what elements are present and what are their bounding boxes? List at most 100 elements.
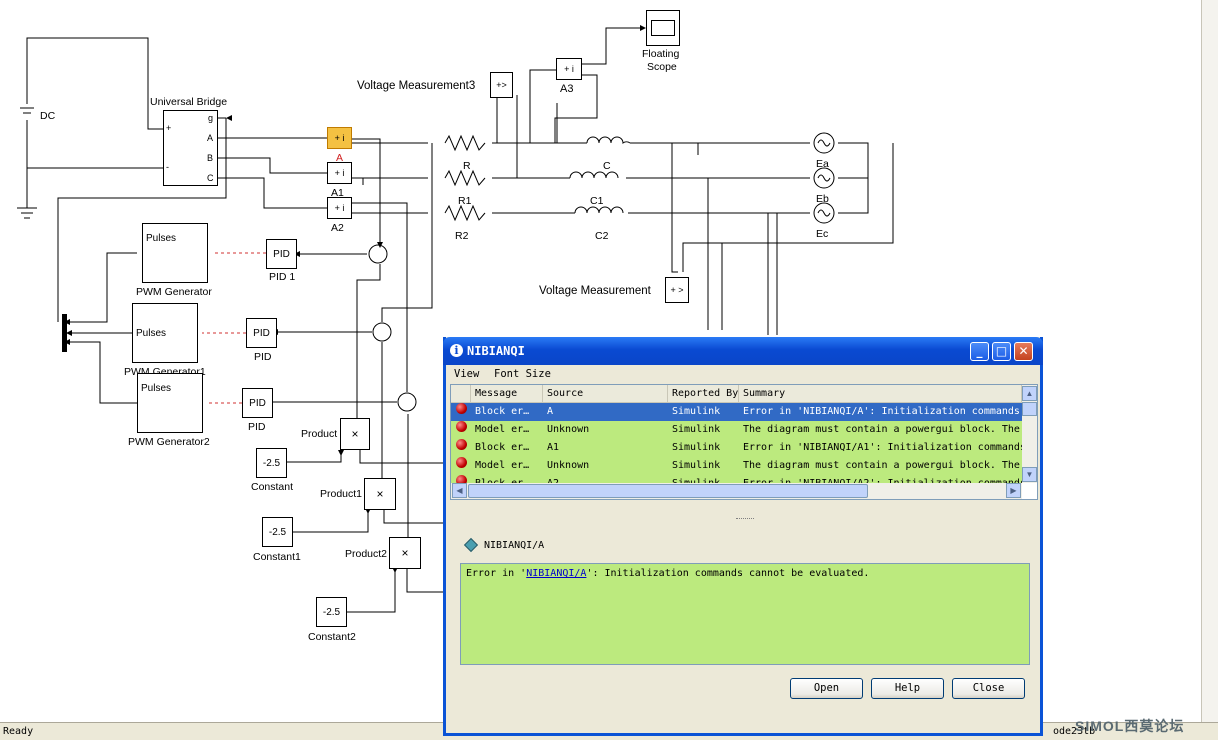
pid1-block[interactable]: PID: [266, 239, 297, 269]
maximize-button[interactable]: □: [992, 342, 1011, 361]
product2-times-icon: ×: [401, 546, 409, 560]
c-label: C: [603, 160, 611, 172]
product2-block[interactable]: ×: [389, 537, 421, 569]
scroll-right-arrow[interactable]: ▶: [1006, 483, 1021, 498]
constant1-label: Constant1: [253, 551, 301, 563]
dc-label: DC: [40, 110, 56, 122]
open-button[interactable]: Open: [790, 678, 863, 699]
model-vertical-scrollbar[interactable]: [1201, 0, 1218, 722]
constant1-block[interactable]: -2.5: [262, 517, 293, 547]
voltage-measurement3-label: Voltage Measurement3: [357, 80, 476, 92]
constant-label: Constant: [251, 481, 294, 493]
cell-reported-by: Simulink: [672, 442, 721, 453]
table-horizontal-scrollbar[interactable]: ◀ ▶: [451, 483, 1022, 499]
product1-block[interactable]: ×: [364, 478, 396, 510]
scroll-down-arrow[interactable]: ▼: [1022, 467, 1037, 482]
detail-block-link[interactable]: NIBIANQI/A: [526, 568, 586, 579]
voltage-measurement-block[interactable]: + >: [665, 277, 689, 303]
pid2-block-text: PID: [253, 327, 270, 339]
c1-label: C1: [590, 195, 604, 207]
pid1-label: PID 1: [269, 271, 296, 283]
eb-label: Eb: [816, 193, 829, 205]
cell-summary: The diagram must contain a powergui bloc…: [743, 460, 1020, 471]
error-detail-box: Error in 'NIBIANQI/A': Initialization co…: [460, 563, 1030, 665]
floating-scope-block[interactable]: [646, 10, 680, 46]
col-header-reported-by[interactable]: Reported By: [668, 385, 739, 403]
a1-current-meter-block[interactable]: + i: [327, 162, 352, 184]
bridge-port-c: C: [207, 173, 214, 183]
pid-label-2: PID: [254, 351, 272, 363]
menu-view[interactable]: View: [454, 368, 479, 380]
product-times-icon: ×: [351, 427, 359, 441]
pwm-generator-block[interactable]: Pulses: [142, 223, 208, 283]
a3-block[interactable]: + i: [556, 58, 582, 80]
message-table[interactable]: Message Source Reported By Summary Block…: [450, 384, 1038, 500]
detail-block-name: NIBIANQI/A: [484, 540, 545, 551]
table-row[interactable]: Model er… Unknown Simulink The diagram must…: [451, 421, 1022, 439]
table-row[interactable]: Model er… Unknown Simulink The diagram must…: [451, 457, 1022, 475]
col-header-message[interactable]: Message: [471, 385, 543, 403]
pwm1-pulses-port: Pulses: [136, 327, 167, 339]
close-button[interactable]: Close: [952, 678, 1025, 699]
bridge-port-plus: +: [166, 123, 172, 133]
ec-label: Ec: [816, 228, 829, 240]
cell-message: Block er…: [475, 406, 530, 417]
bridge-port-minus: -: [166, 162, 169, 172]
minimize-button[interactable]: _: [970, 342, 989, 361]
error-icon: [456, 421, 467, 432]
cell-reported-by: Simulink: [672, 424, 721, 435]
col-header-icon: [451, 385, 471, 403]
constant2-block[interactable]: -2.5: [316, 597, 347, 627]
cell-reported-by: Simulink: [672, 460, 721, 471]
hscroll-thumb[interactable]: [468, 484, 868, 498]
watermark: SIMOL西莫论坛: [1075, 718, 1185, 734]
col-header-source[interactable]: Source: [543, 385, 668, 403]
dialog-menubar: View Font Size: [446, 365, 1040, 383]
pwm-pulses-port: Pulses: [146, 232, 177, 244]
constant-value: -2.5: [262, 457, 281, 469]
product1-label: Product1: [320, 488, 363, 500]
bridge-port-g: g: [208, 113, 214, 123]
pwm-generator2-label: PWM Generator2: [128, 436, 210, 448]
splitter-handle[interactable]: [736, 518, 754, 522]
a2-label: A2: [331, 222, 344, 234]
cell-message: Block er…: [475, 442, 530, 453]
error-icon: [456, 457, 467, 468]
scroll-up-arrow[interactable]: ▲: [1022, 386, 1037, 401]
diagnostic-viewer-dialog[interactable]: i NIBIANQI _ □ ✕ View Font Size Message …: [443, 337, 1043, 736]
menu-font-size[interactable]: Font Size: [494, 368, 551, 380]
a2-current-meter-block[interactable]: + i: [327, 197, 352, 219]
r2-label: R2: [455, 230, 469, 242]
scroll-thumb[interactable]: [1022, 402, 1037, 416]
col-header-summary[interactable]: Summary: [739, 385, 1022, 403]
dialog-titlebar[interactable]: i NIBIANQI _ □ ✕: [443, 337, 1043, 365]
product-label: Product: [301, 428, 338, 440]
a-current-meter-block[interactable]: + i: [327, 127, 352, 149]
pwm-generator1-block[interactable]: Pulses: [132, 303, 198, 363]
close-window-button[interactable]: ✕: [1014, 342, 1033, 361]
pid-label-3: PID: [248, 421, 266, 433]
product-block[interactable]: ×: [340, 418, 370, 450]
table-vertical-scrollbar[interactable]: ▲ ▼: [1022, 385, 1037, 483]
r-label: R: [463, 160, 471, 172]
dialog-title: NIBIANQI: [467, 344, 525, 358]
pwm2-pulses-port: Pulses: [141, 382, 172, 394]
pid-block-3[interactable]: PID: [242, 388, 273, 418]
product1-times-icon: ×: [376, 487, 384, 501]
table-row[interactable]: Block er… A1 Simulink Error in 'NIBIANQI/A1…: [451, 439, 1022, 457]
info-icon: i: [450, 344, 463, 357]
pid-block-2[interactable]: PID: [246, 318, 277, 348]
voltage-measurement3-block[interactable]: +>: [490, 72, 513, 98]
error-icon: [456, 403, 467, 414]
pwm-generator2-block[interactable]: Pulses: [137, 373, 203, 433]
floating-scope-label-1: Floating: [642, 48, 680, 60]
pid3-block-text: PID: [249, 397, 266, 409]
help-button[interactable]: Help: [871, 678, 944, 699]
constant1-value: -2.5: [268, 526, 287, 538]
cell-summary: Error in 'NIBIANQI/A1': Initialization c…: [743, 442, 1022, 453]
constant-block[interactable]: -2.5: [256, 448, 287, 478]
table-row[interactable]: Block er… A Simulink Error in 'NIBIANQI/A':…: [451, 403, 1022, 421]
cell-summary: Error in 'NIBIANQI/A': Initialization co…: [743, 406, 1020, 417]
cell-source: Unknown: [547, 424, 590, 435]
scroll-left-arrow[interactable]: ◀: [452, 483, 467, 498]
